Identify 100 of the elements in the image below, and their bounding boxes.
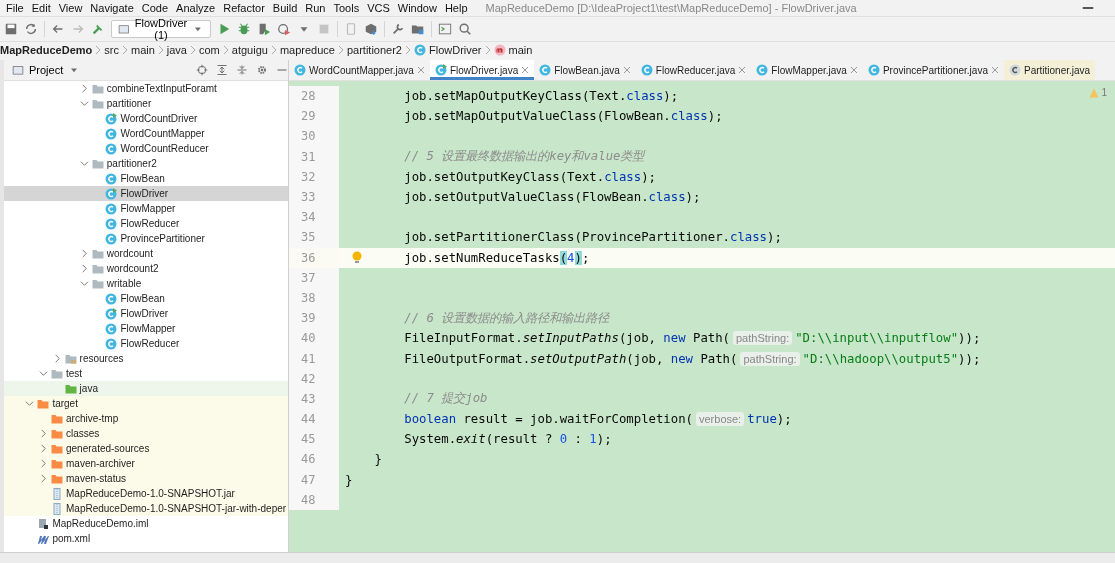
folder-icon: [51, 412, 63, 425]
tree-item[interactable]: FlowBean: [4, 171, 288, 186]
tree-item[interactable]: generated-sources: [4, 441, 288, 456]
chevron-right-icon[interactable]: [52, 354, 62, 363]
tree-item[interactable]: FlowReducer: [4, 216, 288, 231]
menu-item[interactable]: Analyze: [172, 2, 220, 14]
tree-item[interactable]: partitioner: [4, 96, 288, 111]
tree-item[interactable]: wordcount2: [4, 261, 288, 276]
profiler-icon[interactable]: [277, 22, 291, 36]
sync-icon[interactable]: [24, 22, 38, 36]
chevron-down-icon[interactable]: [79, 99, 89, 108]
chevron-right-icon[interactable]: [79, 84, 89, 93]
chevron-down-icon[interactable]: [79, 159, 89, 168]
back-icon[interactable]: [51, 22, 65, 36]
collapse-all-icon[interactable]: [236, 64, 248, 76]
chevron-down-icon[interactable]: [79, 279, 89, 288]
close-icon[interactable]: [622, 66, 631, 74]
breadcrumb[interactable]: MapReduceDemo: [0, 44, 93, 56]
stop-icon[interactable]: [317, 22, 331, 36]
wrench-icon[interactable]: [391, 22, 405, 36]
editor-tab[interactable]: WordCountMapper.java: [289, 60, 430, 80]
tree-item[interactable]: FlowReducer: [4, 336, 288, 351]
editor-tab[interactable]: FlowDriver.java: [429, 60, 535, 80]
bug-icon[interactable]: [237, 22, 251, 36]
menu-item[interactable]: Build: [268, 2, 302, 14]
tree-item[interactable]: target: [4, 396, 288, 411]
editor-tab[interactable]: ProvincePartitioner.java: [862, 60, 1004, 80]
menu-item[interactable]: VCS: [363, 2, 394, 14]
save-icon[interactable]: [4, 22, 18, 36]
forward-icon[interactable]: [71, 22, 85, 36]
expand-all-icon[interactable]: [216, 64, 228, 76]
coverage-icon[interactable]: [257, 22, 271, 36]
close-icon[interactable]: [849, 66, 858, 74]
menu-item[interactable]: Window: [393, 2, 441, 14]
breadcrumb[interactable]: java: [166, 44, 187, 56]
menu-item[interactable]: Code: [137, 2, 173, 14]
window-title: MapReduceDemo [D:\IdeaProject1\test\MapReduceDemo] - FlowDriver.java: [485, 2, 858, 14]
breadcrumb[interactable]: FlowDriver: [413, 44, 482, 56]
editor-tab[interactable]: FlowMapper.java: [751, 60, 863, 80]
tree-item[interactable]: FlowMapper: [4, 321, 288, 336]
tree-item[interactable]: FlowDriver: [4, 306, 288, 321]
menu-item[interactable]: Edit: [27, 2, 55, 14]
close-icon[interactable]: [738, 66, 747, 74]
tree-item[interactable]: MapReduceDemo-1.0-SNAPSHOT-jar-with-deper: [4, 501, 288, 516]
editor-tab[interactable]: FlowReducer.java: [635, 60, 752, 80]
tree-item[interactable]: ProvincePartitioner: [4, 231, 288, 246]
tree-item[interactable]: classes: [4, 426, 288, 441]
tree-item[interactable]: java: [4, 381, 288, 396]
tree-item[interactable]: WordCountReducer: [4, 141, 288, 156]
menu-item[interactable]: File: [2, 2, 28, 14]
breadcrumb[interactable]: com: [199, 44, 220, 56]
tree-item[interactable]: resources: [4, 351, 288, 366]
warning-count[interactable]: 1: [1089, 87, 1107, 98]
hammer-icon[interactable]: [91, 22, 105, 36]
line-number: 45: [289, 429, 339, 450]
lightbulb-icon[interactable]: [352, 250, 362, 265]
tree-item[interactable]: archive-tmp: [4, 411, 288, 426]
close-icon[interactable]: [990, 66, 999, 74]
breadcrumb[interactable]: main: [493, 44, 533, 56]
tree-item[interactable]: MapReduceDemo-1.0-SNAPSHOT.jar: [4, 486, 288, 501]
chevron-down-icon[interactable]: [39, 369, 48, 378]
tree-item[interactable]: maven-archiver: [4, 456, 288, 471]
class-icon: [105, 187, 118, 200]
tree-item[interactable]: partitioner2: [4, 156, 288, 171]
breadcrumb[interactable]: src: [104, 44, 119, 56]
editor-tab[interactable]: Partitioner.java: [1003, 60, 1096, 80]
tree-item[interactable]: MapReduceDemo.iml: [4, 516, 288, 531]
tree-item[interactable]: FlowDriver: [4, 186, 288, 201]
phone-icon[interactable]: [344, 22, 358, 36]
breadcrumb[interactable]: mapreduce: [279, 44, 335, 56]
locate-icon[interactable]: [196, 64, 208, 76]
menu-item[interactable]: Help: [440, 2, 472, 14]
menu-item[interactable]: Refactor: [219, 2, 269, 14]
code-line: }: [344, 472, 353, 487]
tree-item[interactable]: WordCountDriver: [4, 111, 288, 126]
tree-item[interactable]: wordcount: [4, 246, 288, 261]
breadcrumb[interactable]: atguigu: [231, 44, 268, 56]
terminal-icon[interactable]: [438, 22, 452, 36]
menu-item[interactable]: Tools: [329, 2, 364, 14]
tree-item[interactable]: writable: [4, 276, 288, 291]
breadcrumb[interactable]: partitioner2: [346, 44, 402, 56]
tree-item[interactable]: combineTextInputForamt: [4, 81, 288, 96]
tree-item[interactable]: pom.xml: [4, 531, 288, 546]
tree-item[interactable]: test: [4, 366, 288, 381]
breadcrumb[interactable]: main: [130, 44, 155, 56]
project-view-dropdown[interactable]: Project: [12, 64, 81, 76]
tree-item[interactable]: FlowBean: [4, 291, 288, 306]
editor-tab[interactable]: FlowBean.java: [534, 60, 636, 80]
close-icon[interactable]: [521, 66, 530, 74]
menu-item[interactable]: View: [54, 2, 87, 14]
chevron-down-icon[interactable]: [25, 399, 35, 408]
settings-icon[interactable]: [256, 64, 268, 76]
tree-item[interactable]: FlowMapper: [4, 201, 288, 216]
menu-item[interactable]: Navigate: [86, 2, 138, 14]
menu-item[interactable]: Run: [301, 2, 330, 14]
package-icon[interactable]: [364, 22, 378, 36]
close-icon[interactable]: [416, 66, 425, 74]
tree-item[interactable]: WordCountMapper: [4, 126, 288, 141]
search-icon[interactable]: [458, 22, 472, 36]
tree-item[interactable]: maven-status: [4, 471, 288, 486]
